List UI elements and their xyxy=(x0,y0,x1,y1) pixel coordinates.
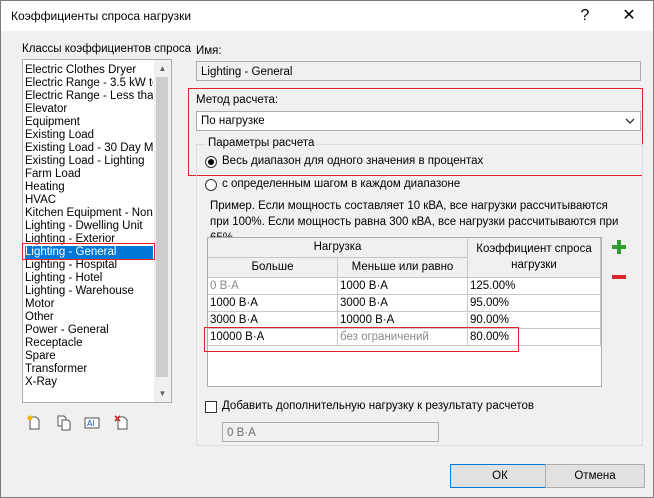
list-item[interactable]: Transformer xyxy=(25,363,153,376)
list-item[interactable]: Lighting - Warehouse xyxy=(25,285,153,298)
list-item[interactable]: Lighting - Dwelling Unit xyxy=(25,220,153,233)
list-item[interactable]: Electric Range - Less than xyxy=(25,90,153,103)
method-dropdown[interactable]: По нагрузке xyxy=(196,111,641,131)
method-label: Метод расчета: xyxy=(196,94,279,106)
scroll-up-icon[interactable]: ▲ xyxy=(154,60,171,77)
listbox-scrollbar[interactable]: ▲ ▼ xyxy=(154,60,171,402)
list-item[interactable]: Equipment xyxy=(25,116,153,129)
classes-listbox[interactable]: Electric Clothes Dryer Electric Range - 3… xyxy=(22,59,172,403)
list-item[interactable]: Lighting - Hospital xyxy=(25,259,153,272)
additional-load-label: Добавить дополнительную нагрузку к резул… xyxy=(222,400,534,412)
list-item[interactable]: Kitchen Equipment - Non-D xyxy=(25,207,153,220)
list-item[interactable]: Receptacle xyxy=(25,337,153,350)
header-factor: Коэффициент спроса нагрузки xyxy=(468,238,601,278)
list-item[interactable]: Heating xyxy=(25,181,153,194)
radio-stepped[interactable] xyxy=(205,179,217,191)
list-item[interactable]: Lighting - Hotel xyxy=(25,272,153,285)
params-label: Параметры расчета xyxy=(206,137,317,149)
list-item[interactable]: Motor xyxy=(25,298,153,311)
close-button[interactable]: ✕ xyxy=(607,3,651,29)
table-cell-less[interactable]: 3000 В·А xyxy=(338,295,468,312)
classes-label: Классы коэффициентов спроса xyxy=(22,43,192,55)
table-cell-less[interactable]: 1000 В·А xyxy=(338,278,468,295)
list-item[interactable]: Existing Load - Lighting xyxy=(25,155,153,168)
list-item[interactable]: Spare xyxy=(25,350,153,363)
cancel-button[interactable]: Отмена xyxy=(545,464,645,488)
header-less: Меньше или равно xyxy=(338,258,468,278)
header-load: Нагрузка xyxy=(208,238,468,258)
list-item[interactable]: Existing Load - 30 Day Met xyxy=(25,142,153,155)
list-item[interactable]: Electric Range - 3.5 kW to xyxy=(25,77,153,90)
additional-load-value: 0 В·А xyxy=(227,427,256,439)
factor-table[interactable]: Нагрузка Больше Меньше или равно Коэффиц… xyxy=(207,237,602,387)
list-item[interactable]: Electric Clothes Dryer xyxy=(25,64,153,77)
radio-stepped-label: с определенным шагом в каждом диапазоне xyxy=(222,178,461,190)
help-button[interactable]: ? xyxy=(563,3,607,29)
window-title: Коэффициенты спроса нагрузки xyxy=(11,9,192,23)
radio-whole-range[interactable] xyxy=(205,156,217,168)
scroll-down-icon[interactable]: ▼ xyxy=(154,385,171,402)
table-cell-factor[interactable]: 95.00% xyxy=(468,295,601,312)
list-item[interactable]: X-Ray xyxy=(25,376,153,389)
title-bar: Коэффициенты спроса нагрузки ? ✕ xyxy=(1,1,653,31)
table-cell-factor[interactable]: 125.00% xyxy=(468,278,601,295)
delete-class-icon[interactable] xyxy=(114,415,130,431)
name-label: Имя: xyxy=(196,45,222,57)
highlight-last-row xyxy=(204,327,519,352)
additional-load-checkbox[interactable] xyxy=(205,401,217,413)
rename-icon[interactable]: AI xyxy=(84,415,100,431)
scrollbar-thumb[interactable] xyxy=(156,77,168,377)
method-value: По нагрузке xyxy=(201,115,265,127)
name-value: Lighting - General xyxy=(201,66,293,78)
list-item[interactable]: Power - General xyxy=(25,324,153,337)
dialog-window: Коэффициенты спроса нагрузки ? ✕ Классы … xyxy=(0,0,654,498)
svg-text:AI: AI xyxy=(87,419,95,428)
add-row-icon[interactable] xyxy=(611,239,627,255)
list-item[interactable]: Farm Load xyxy=(25,168,153,181)
list-item[interactable]: Elevator xyxy=(25,103,153,116)
table-cell-more[interactable]: 0 В·А xyxy=(208,278,338,295)
table-cell-more[interactable]: 1000 В·А xyxy=(208,295,338,312)
list-item[interactable]: HVAC xyxy=(25,194,153,207)
name-field[interactable]: Lighting - General xyxy=(196,61,641,81)
additional-load-field[interactable]: 0 В·А xyxy=(222,422,439,442)
remove-row-icon[interactable] xyxy=(611,269,627,285)
list-item[interactable]: Existing Load xyxy=(25,129,153,142)
duplicate-icon[interactable] xyxy=(56,415,72,431)
new-class-icon[interactable] xyxy=(26,415,42,431)
list-item[interactable]: Other xyxy=(25,311,153,324)
header-more: Больше xyxy=(208,258,338,278)
chevron-down-icon xyxy=(625,118,635,124)
highlight-selected-item xyxy=(22,243,155,260)
radio-whole-range-label: Весь диапазон для одного значения в проц… xyxy=(222,155,484,167)
ok-button[interactable]: ОК xyxy=(450,464,550,488)
